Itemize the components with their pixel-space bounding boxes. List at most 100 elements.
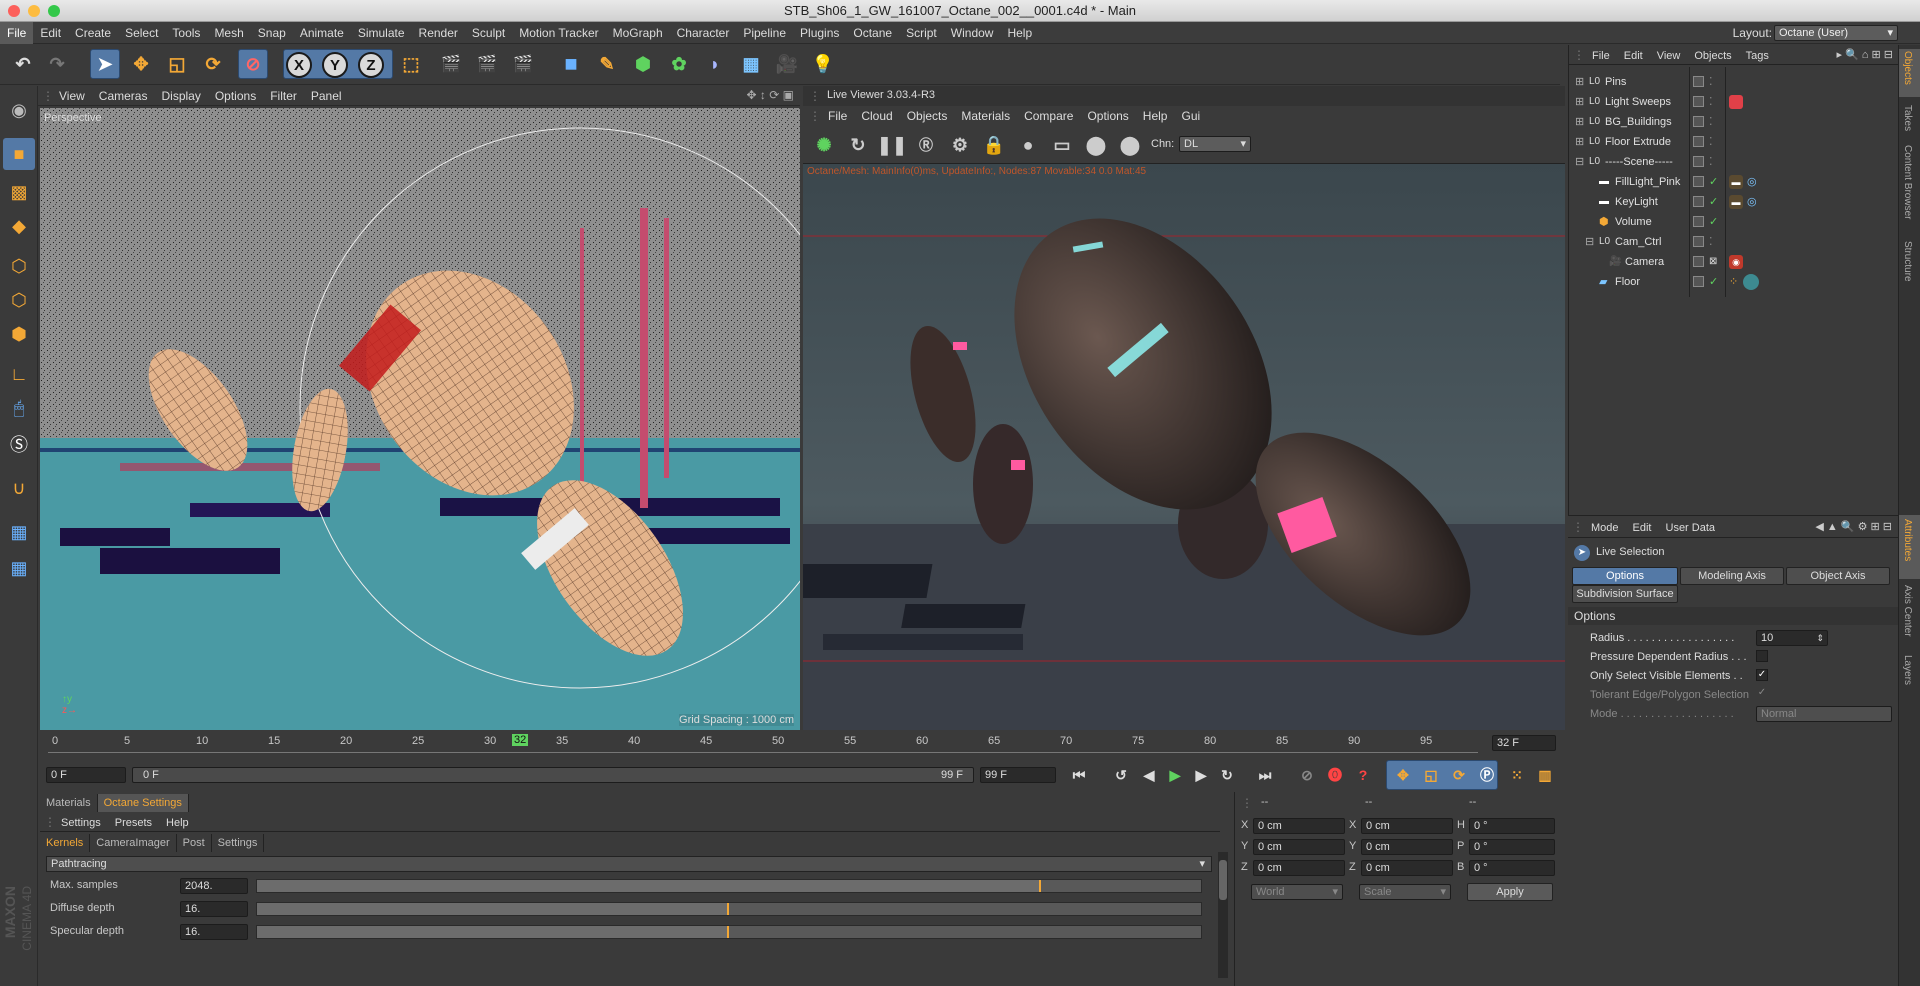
- specular-depth-slider[interactable]: [256, 925, 1202, 939]
- x-axis-lock-icon[interactable]: X: [286, 52, 312, 78]
- subtab-kernels[interactable]: Kernels: [40, 834, 91, 852]
- last-tool-icon[interactable]: ⊘: [238, 49, 268, 79]
- pick-focus-icon[interactable]: ⬤: [1081, 130, 1111, 160]
- object-row-bg-buildings[interactable]: ⊞ L0 BG_Buildings ⁚: [1569, 112, 1899, 132]
- object-name[interactable]: Cam_Ctrl: [1615, 232, 1661, 252]
- z-axis-lock-icon[interactable]: Z: [358, 52, 384, 78]
- pause-render-icon[interactable]: ❚❚: [877, 130, 907, 160]
- om-search-home-icons[interactable]: ▸ 🔍 ⌂ ⊞ ⊟: [1836, 48, 1893, 61]
- only-visible-checkbox[interactable]: ✓: [1756, 669, 1768, 681]
- expand-icon[interactable]: ⊞: [1575, 132, 1584, 152]
- pick-material-icon[interactable]: ⬤: [1115, 130, 1145, 160]
- timeline-ruler[interactable]: 0 5 10 15 20 25 30 32 35 40 45 50 55 60 …: [40, 733, 1560, 755]
- tolerant-selection-checkbox[interactable]: ✓: [1756, 688, 1768, 700]
- target-tag-icon[interactable]: ◎: [1747, 192, 1757, 212]
- subtab-post[interactable]: Post: [177, 834, 212, 852]
- viewport-menu-panel[interactable]: Panel: [304, 86, 349, 106]
- om-menu-view[interactable]: View: [1650, 46, 1688, 66]
- size-z-field[interactable]: 0 cm: [1361, 860, 1453, 876]
- polygons-mode-icon[interactable]: ⬢: [3, 318, 35, 350]
- expand-icon[interactable]: ⊞: [1575, 112, 1584, 132]
- go-to-start-icon[interactable]: ⏮: [1064, 760, 1094, 790]
- start-frame-field[interactable]: 0 F: [46, 767, 126, 783]
- lv-menu-cloud[interactable]: Cloud: [854, 106, 899, 126]
- enabled-check-icon[interactable]: ✓: [1709, 272, 1718, 292]
- layer-icon[interactable]: [1693, 116, 1704, 127]
- layer-icon[interactable]: [1693, 276, 1704, 287]
- viewport-menu-filter[interactable]: Filter: [263, 86, 304, 106]
- apply-button[interactable]: Apply: [1467, 883, 1553, 901]
- lv-menu-options[interactable]: Options: [1080, 106, 1135, 126]
- close-window-icon[interactable]: [8, 5, 20, 17]
- sidetab-structure[interactable]: Structure: [1902, 241, 1913, 282]
- previous-key-icon[interactable]: ↺: [1106, 760, 1136, 790]
- scale-key-icon[interactable]: ◱: [1416, 760, 1446, 790]
- visibility-dots-icon[interactable]: ⁚: [1709, 232, 1713, 252]
- solo-mode-icon[interactable]: Ⓢ: [3, 428, 35, 460]
- sidetab-layers[interactable]: Layers: [1902, 655, 1913, 685]
- object-row-camera[interactable]: 🎥 Camera ⊠ ◉: [1569, 252, 1899, 272]
- current-frame-field[interactable]: 32 F: [1492, 735, 1556, 751]
- radius-field[interactable]: 10 ⇕: [1756, 630, 1828, 646]
- planar-workplane-icon[interactable]: ▦: [3, 552, 35, 584]
- layer-icon[interactable]: [1693, 136, 1704, 147]
- menu-simulate[interactable]: Simulate: [351, 22, 412, 44]
- material-tag-icon[interactable]: [1729, 95, 1743, 109]
- max-samples-slider[interactable]: [256, 879, 1202, 893]
- menu-help-settings[interactable]: Help: [159, 814, 196, 832]
- layout-select[interactable]: Octane (User) ▾: [1774, 25, 1898, 41]
- lv-menu-compare[interactable]: Compare: [1017, 106, 1080, 126]
- menu-file[interactable]: File: [0, 22, 34, 44]
- menu-edit[interactable]: Edit: [33, 22, 68, 44]
- max-samples-field[interactable]: 2048.: [180, 878, 248, 894]
- keyframe-selection-icon[interactable]: ?: [1348, 760, 1378, 790]
- make-editable-icon[interactable]: ◉: [3, 94, 35, 126]
- sidetab-axis-center[interactable]: Axis Center: [1902, 585, 1913, 637]
- kernel-type-select[interactable]: Pathtracing ▾: [46, 856, 1212, 872]
- menu-script[interactable]: Script: [899, 22, 944, 44]
- menu-character[interactable]: Character: [670, 22, 737, 44]
- object-name[interactable]: -----Scene-----: [1605, 152, 1673, 172]
- object-name[interactable]: Floor: [1615, 272, 1640, 292]
- camera-icon[interactable]: 🎥: [772, 49, 802, 79]
- object-row-filllight-pink[interactable]: ▬ FillLight_Pink ✓ ▬ ◎: [1569, 172, 1899, 192]
- visibility-dots-icon[interactable]: ⁚: [1709, 132, 1713, 152]
- menu-octane[interactable]: Octane: [846, 22, 899, 44]
- menu-tools[interactable]: Tools: [165, 22, 207, 44]
- object-name[interactable]: Camera: [1625, 252, 1664, 272]
- axis-mode-icon[interactable]: ∟: [3, 358, 35, 390]
- layer-icon[interactable]: [1693, 196, 1704, 207]
- tab-options[interactable]: Options: [1572, 567, 1678, 585]
- lv-menu-objects[interactable]: Objects: [900, 106, 955, 126]
- menu-create[interactable]: Create: [68, 22, 118, 44]
- layer-icon[interactable]: [1693, 216, 1704, 227]
- size-x-field[interactable]: 0 cm: [1361, 818, 1453, 834]
- floor-environment-icon[interactable]: ▦: [736, 49, 766, 79]
- model-mode-icon[interactable]: ■: [3, 138, 35, 170]
- minimize-window-icon[interactable]: [28, 5, 40, 17]
- timeline-icon[interactable]: ▥: [1530, 760, 1560, 790]
- points-mode-icon[interactable]: ⬡: [3, 250, 35, 282]
- octane-camera-tag-icon[interactable]: ◉: [1729, 255, 1743, 269]
- am-menu-edit[interactable]: Edit: [1626, 517, 1659, 539]
- object-row-keylight[interactable]: ▬ KeyLight ✓ ▬ ◎: [1569, 192, 1899, 212]
- viewport-menu-cameras[interactable]: Cameras: [92, 86, 155, 106]
- viewport-navigation-icons[interactable]: ✥ ↕ ⟳ ▣: [747, 88, 794, 102]
- collapse-icon[interactable]: ⊟: [1575, 152, 1584, 172]
- position-z-field[interactable]: 0 cm: [1253, 860, 1345, 876]
- pressure-radius-checkbox[interactable]: [1756, 650, 1768, 662]
- cloner-icon[interactable]: ✿: [664, 49, 694, 79]
- layer-icon[interactable]: [1693, 156, 1704, 167]
- object-name[interactable]: BG_Buildings: [1605, 112, 1672, 132]
- object-name[interactable]: Pins: [1605, 72, 1626, 92]
- preview-range-slider[interactable]: 0 F 99 F: [132, 767, 974, 783]
- visibility-dots-icon[interactable]: ⁚: [1709, 72, 1713, 92]
- object-row-scene[interactable]: ⊟ L0 -----Scene----- ⁚: [1569, 152, 1899, 172]
- visibility-dots-icon[interactable]: ⁚: [1709, 112, 1713, 132]
- sidetab-objects[interactable]: Objects: [1902, 51, 1913, 85]
- menu-select[interactable]: Select: [118, 22, 165, 44]
- end-frame-field[interactable]: 99 F: [980, 767, 1056, 783]
- om-menu-objects[interactable]: Objects: [1687, 46, 1738, 66]
- go-to-end-icon[interactable]: ⏭: [1250, 760, 1280, 790]
- edges-mode-icon[interactable]: ⬡: [3, 284, 35, 316]
